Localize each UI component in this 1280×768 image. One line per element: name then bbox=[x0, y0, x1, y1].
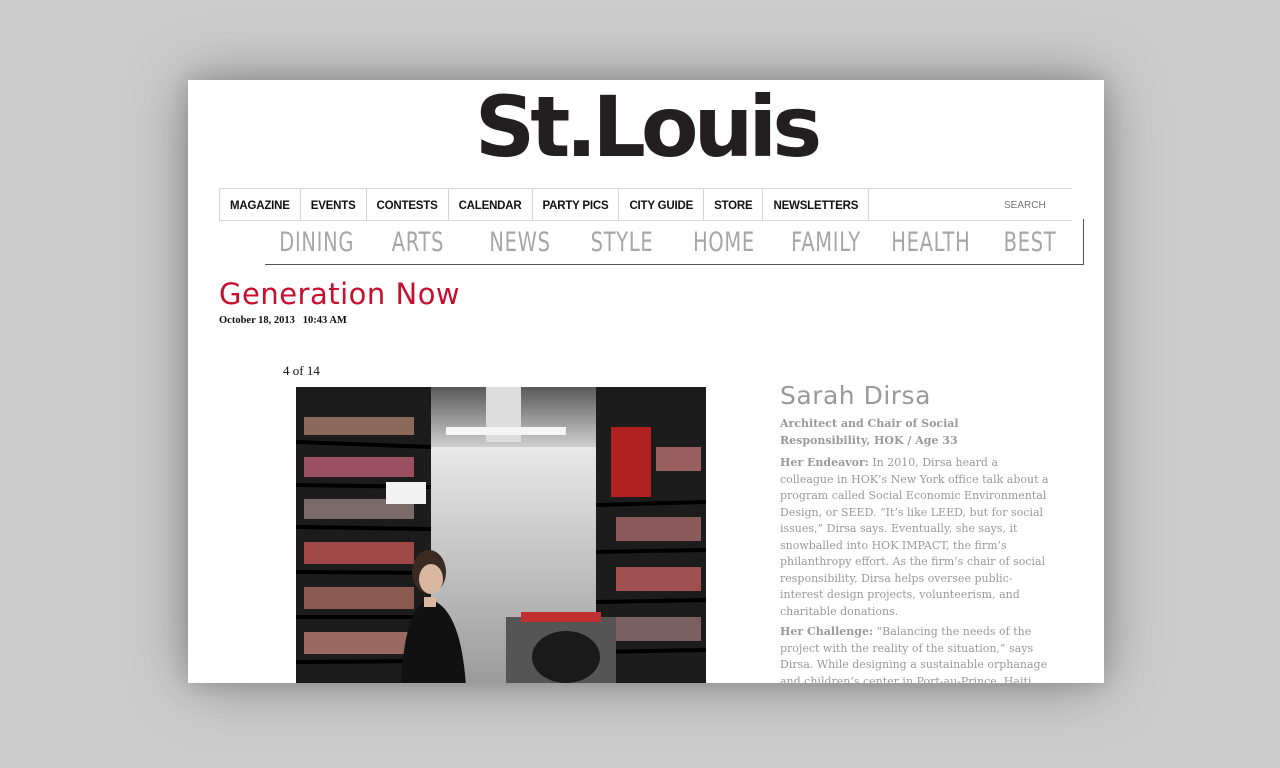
section-home[interactable]: HOME bbox=[687, 227, 760, 258]
top-navigation: MAGAZINE EVENTS CONTESTS CALENDAR PARTY … bbox=[219, 188, 1072, 221]
profile-panel: Sarah Dirsa Architect and Chair of Socia… bbox=[780, 381, 1050, 683]
profile-endeavor: Her Endeavor: In 2010, Dirsa heard a col… bbox=[780, 455, 1050, 620]
search-input[interactable] bbox=[1002, 189, 1072, 220]
endeavor-text: In 2010, Dirsa heard a colleague in HOK’… bbox=[780, 456, 1049, 618]
photo-illustration bbox=[296, 387, 706, 683]
section-dining[interactable]: DINING bbox=[279, 227, 353, 258]
article-title: Generation Now bbox=[219, 277, 461, 311]
profile-name: Sarah Dirsa bbox=[780, 381, 931, 410]
section-health[interactable]: HEALTH bbox=[891, 227, 969, 258]
web-page: St.Louis MAGAZINE EVENTS CONTESTS CALEND… bbox=[188, 80, 1104, 683]
gallery-photo[interactable] bbox=[296, 387, 706, 683]
section-style[interactable]: STYLE bbox=[585, 227, 658, 258]
profile-role: Architect and Chair of Social Responsibi… bbox=[780, 417, 959, 447]
section-best[interactable]: BEST bbox=[993, 227, 1066, 258]
nav-events[interactable]: EVENTS bbox=[299, 189, 366, 220]
nav-city-guide[interactable]: CITY GUIDE bbox=[618, 189, 703, 220]
nav-store[interactable]: STORE bbox=[703, 189, 762, 220]
gallery-counter: 4 of 14 bbox=[283, 363, 320, 378]
nav-newsletters[interactable]: NEWSLETTERS bbox=[762, 189, 870, 220]
article-date: October 18, 2013 bbox=[219, 315, 295, 326]
article-dateline: October 18, 2013 10:43 AM bbox=[219, 315, 347, 326]
endeavor-label: Her Endeavor: bbox=[780, 456, 869, 469]
site-logo[interactable]: St.Louis bbox=[188, 82, 1104, 172]
nav-party-pics[interactable]: PARTY PICS bbox=[531, 189, 619, 220]
section-arts[interactable]: ARTS bbox=[381, 227, 454, 258]
nav-calendar[interactable]: CALENDAR bbox=[447, 189, 532, 220]
nav-contests[interactable]: CONTESTS bbox=[365, 189, 448, 220]
section-family[interactable]: FAMILY bbox=[789, 227, 862, 258]
section-news[interactable]: NEWS bbox=[483, 227, 556, 258]
nav-magazine[interactable]: MAGAZINE bbox=[219, 189, 300, 220]
article-time: 10:43 AM bbox=[302, 315, 347, 326]
challenge-label: Her Challenge: bbox=[780, 625, 874, 638]
profile-challenge: Her Challenge: “Balancing the needs of t… bbox=[780, 624, 1050, 683]
section-navigation: DINING ARTS NEWS STYLE HOME FAMILY HEALT… bbox=[265, 219, 1084, 265]
